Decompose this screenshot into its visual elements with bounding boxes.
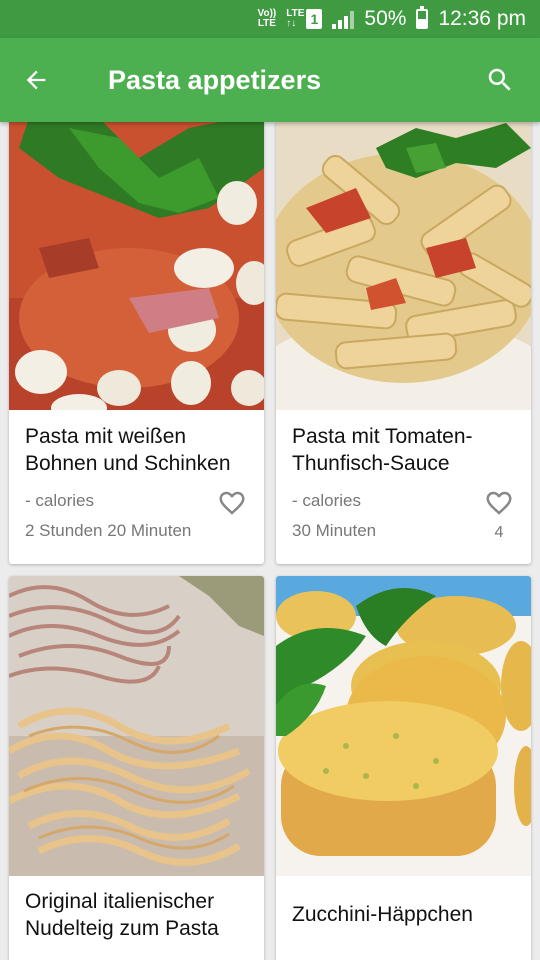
- recipe-title: Pasta mit weißen Bohnen und Schinken: [25, 425, 231, 475]
- recipe-grid: Pasta mit weißen Bohnen und Schinken - c…: [0, 122, 540, 960]
- recipe-card[interactable]: Pasta mit weißen Bohnen und Schinken - c…: [9, 122, 264, 564]
- recipe-time: 30 Minuten: [292, 521, 377, 540]
- battery-percent: 50%: [364, 7, 407, 30]
- recipe-image: [276, 576, 531, 876]
- recipe-calories: - calories: [292, 491, 361, 510]
- heart-icon[interactable]: [216, 488, 248, 518]
- back-button[interactable]: [0, 38, 72, 122]
- battery-icon: [416, 6, 429, 29]
- app-bar: Pasta appetizers: [0, 38, 540, 122]
- lte-icon: LTE ↑↓ 1: [286, 9, 323, 29]
- recipe-image: [9, 576, 264, 876]
- recipe-card[interactable]: Pasta mit Tomaten-Thunfisch-Sauce - calo…: [276, 122, 531, 564]
- volte-icon: Vo)) LTE: [257, 8, 277, 29]
- search-icon: [488, 68, 511, 91]
- recipe-image: [276, 122, 531, 410]
- clock: 12:36 pm: [438, 7, 526, 30]
- signal-icon: [332, 9, 355, 29]
- search-button[interactable]: [460, 38, 540, 122]
- like-count: 4: [494, 524, 504, 541]
- sim-icon: 1: [306, 9, 323, 29]
- page-title: Pasta appetizers: [108, 64, 322, 95]
- status-bar: Vo)) LTE LTE ↑↓ 1 50% 12:36 pm: [0, 0, 540, 38]
- recipe-title: Pasta mit Tomaten-Thunfisch-Sauce: [292, 425, 473, 475]
- recipe-title: Zucchini-Häppchen: [292, 903, 473, 926]
- recipe-image: [9, 122, 264, 410]
- heart-icon[interactable]: [483, 488, 515, 518]
- arrow-back-icon: [26, 70, 46, 90]
- recipe-time: 2 Stunden 20 Minuten: [25, 521, 192, 540]
- recipe-calories: - calories: [25, 491, 94, 510]
- recipe-card[interactable]: Zucchini-Häppchen: [276, 576, 531, 960]
- recipe-title: Original italienischer Nudelteig zum Pas…: [25, 890, 219, 940]
- recipe-card[interactable]: Original italienischer Nudelteig zum Pas…: [9, 576, 264, 960]
